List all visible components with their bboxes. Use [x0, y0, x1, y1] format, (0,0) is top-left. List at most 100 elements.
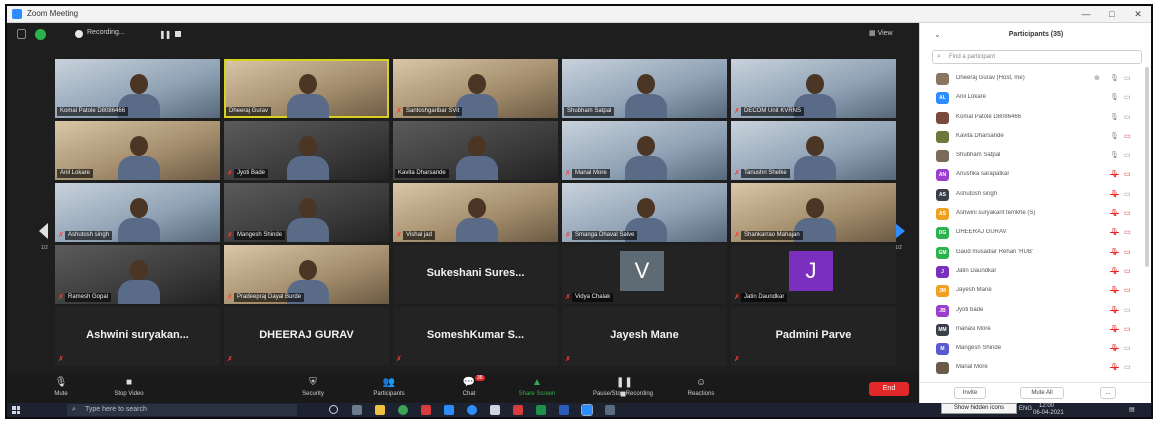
mic-muted-icon[interactable]: 🎙 [1110, 286, 1119, 294]
mic-muted-icon[interactable]: 🎙 [1110, 209, 1119, 217]
taskbar-search-input[interactable]: ⌕ Type here to search [67, 404, 297, 416]
participant-tile[interactable]: ✗ Shankarrao Mahajan [731, 183, 896, 242]
camera-off-icon[interactable]: ▭ [1124, 209, 1131, 217]
more-options-button[interactable]: ... [1100, 387, 1116, 399]
mic-icon[interactable]: 🎙 [1110, 113, 1119, 121]
excel-icon[interactable] [536, 405, 546, 415]
zoom-taskbar-icon[interactable] [581, 404, 593, 416]
share-screen-button[interactable]: ▲ Share Screen [507, 377, 567, 401]
store-icon[interactable] [490, 405, 500, 415]
participant-tile[interactable]: Kavita Dharsande [393, 121, 558, 180]
task-view-icon[interactable] [352, 405, 362, 415]
mic-muted-icon[interactable]: 🎙 [1110, 228, 1119, 236]
participant-row[interactable]: Komal Patole D8086466 🎙 ▭ [932, 109, 1144, 128]
previous-page-icon[interactable] [39, 221, 51, 241]
mic-muted-icon[interactable]: 🎙 [1110, 363, 1119, 371]
participant-tile[interactable]: J ✗ Jatin Daundkar [731, 245, 896, 304]
meeting-info-icon[interactable] [17, 29, 26, 39]
camera-off-icon[interactable]: ▭ [1124, 248, 1131, 256]
stop-video-button[interactable]: ■ Stop Video [99, 377, 159, 401]
mic-muted-icon[interactable]: 🎙 [1110, 248, 1119, 256]
participant-row[interactable]: AS Ashutosh singh 🎙 ▭ [932, 186, 1144, 205]
view-button[interactable]: ▦ View [869, 29, 893, 37]
participant-tile[interactable]: Shubham Satpal [562, 59, 727, 118]
participant-tile[interactable]: ✗ Mangesh Shinde [224, 183, 389, 242]
camera-icon[interactable]: ▭ [1124, 74, 1131, 82]
mic-icon[interactable]: 🎙 [1110, 151, 1119, 159]
cortana-icon[interactable] [329, 405, 338, 414]
mic-muted-icon[interactable]: 🎙 [1110, 306, 1119, 314]
mic-muted-icon[interactable]: 🎙 [1110, 170, 1119, 178]
participant-tile[interactable]: Komal Patole D8086466 [55, 59, 220, 118]
windows-start-icon[interactable] [12, 406, 20, 414]
pause-recording-icon[interactable]: ❚❚ [159, 30, 171, 39]
file-explorer-icon[interactable] [375, 405, 385, 415]
participant-tile[interactable]: ✗ Santoshgaribar SVit [393, 59, 558, 118]
participant-row[interactable]: DG DHEERAJ GURAV 🎙 ▭ [932, 224, 1144, 243]
close-button[interactable]: ✕ [1125, 7, 1151, 21]
mic-icon[interactable]: 🎙 [1110, 93, 1119, 101]
pause-recording-button[interactable]: ❚❚ ■ Pause/Stop Recording [585, 377, 661, 401]
camera-off-icon[interactable]: ▭ [1124, 170, 1131, 178]
participant-tile[interactable]: ✗ Manal More [562, 121, 727, 180]
mail-icon[interactable] [444, 405, 454, 415]
mute-button[interactable]: 🎙 Mute [31, 377, 91, 401]
participant-tile[interactable]: Jayesh Mane ✗ [562, 307, 727, 366]
participants-button[interactable]: 👥 Participants [359, 377, 419, 401]
reactions-button[interactable]: ☺ Reactions [671, 377, 731, 401]
mic-muted-icon[interactable]: 🎙 [1110, 325, 1119, 333]
minimize-button[interactable]: — [1073, 7, 1099, 21]
participant-row[interactable]: AL Anil Lokare 🎙 ▭ [932, 89, 1144, 108]
participant-row[interactable]: Manal More 🎙 ▭ [932, 359, 1144, 378]
camera-icon[interactable]: ▭ [1124, 363, 1131, 371]
stop-recording-icon[interactable] [175, 31, 181, 37]
word-icon[interactable] [559, 405, 569, 415]
mute-all-button[interactable]: Mute All [1020, 387, 1064, 399]
participant-row[interactable]: J Jatin Daundkar 🎙 ▭ [932, 263, 1144, 282]
participant-search-input[interactable]: ⌕ Find a participant [932, 50, 1142, 64]
participant-row[interactable]: Dheeraj Gurav (Host, me) ⊕ 🎙 ▭ [932, 70, 1144, 89]
participant-tile[interactable]: ✗ Ashutosh singh [55, 183, 220, 242]
participant-list-scrollbar[interactable] [1145, 67, 1149, 267]
participant-tile[interactable]: ✗ DECOM Unit KVRNS [731, 59, 896, 118]
camera-icon[interactable]: ▭ [1124, 93, 1131, 101]
participant-tile[interactable]: ✗ Ramesh Gopal [55, 245, 220, 304]
participant-row[interactable]: GM Gaud musadiar Rehan 'HUB' 🎙 ▭ [932, 244, 1144, 263]
participant-tile[interactable]: SomeshKumar S... ✗ [393, 307, 558, 366]
edge-icon[interactable] [467, 405, 477, 415]
maximize-button[interactable]: □ [1099, 7, 1125, 21]
participant-row[interactable]: AS Ashwini suryakant temkhe (S) 🎙 ▭ [932, 205, 1144, 224]
host-options-icon[interactable]: ⊕ [1094, 74, 1100, 82]
office-app-icon[interactable] [421, 405, 431, 415]
camera-icon[interactable]: ▭ [1124, 151, 1131, 159]
participant-tile[interactable]: ✗ Jyoti Bade [224, 121, 389, 180]
notification-icon[interactable]: ▤ [1129, 406, 1135, 413]
participant-row[interactable]: JB Jyoti bade 🎙 ▭ [932, 302, 1144, 321]
camera-icon[interactable]: ▭ [1124, 306, 1131, 314]
camera-off-icon[interactable]: ▭ [1124, 286, 1131, 294]
participant-tile[interactable]: Anil Lokare [55, 121, 220, 180]
security-button[interactable]: ⛨ Security [283, 377, 343, 401]
participant-row[interactable]: MM manasi More 🎙 ▭ [932, 321, 1144, 340]
clock-time[interactable]: 12:00 [1039, 403, 1054, 409]
camera-icon[interactable]: ▭ [1124, 190, 1131, 198]
participant-tile[interactable]: ✗ Smanga Dhaval Salve [562, 183, 727, 242]
mic-muted-icon[interactable]: 🎙 [1110, 267, 1119, 275]
participant-tile[interactable]: Sukeshani Sures... [393, 245, 558, 304]
participant-tile[interactable]: ✗ Tanushri Shelke [731, 121, 896, 180]
camera-off-icon[interactable]: ▭ [1124, 325, 1131, 333]
participant-row[interactable]: JM Jayesh Mane 🎙 ▭ [932, 282, 1144, 301]
participant-row[interactable]: Kavita Dharsande 🎙 ▭ [932, 128, 1144, 147]
encryption-icon[interactable] [35, 29, 46, 40]
participant-tile[interactable]: ✗ Vishal jad [393, 183, 558, 242]
clock-date[interactable]: 06-04-2021 [1033, 410, 1064, 416]
participant-row[interactable]: AN Anushka sarapatkar 🎙 ▭ [932, 166, 1144, 185]
participant-tile[interactable]: Dheeraj Gurav [224, 59, 389, 118]
mic-icon[interactable]: 🎙 [1110, 132, 1119, 140]
participant-tile[interactable]: ✗ Pradeepraj Dayal Burde [224, 245, 389, 304]
chrome-icon[interactable] [398, 405, 408, 415]
participant-row[interactable]: M Mangesh Shinde 🎙 ▭ [932, 340, 1144, 359]
participant-tile[interactable]: Ashwini suryakan... ✗ [55, 307, 220, 366]
participant-tile[interactable]: Padmini Parve ✗ [731, 307, 896, 366]
language-indicator[interactable]: ENG [1019, 406, 1032, 412]
